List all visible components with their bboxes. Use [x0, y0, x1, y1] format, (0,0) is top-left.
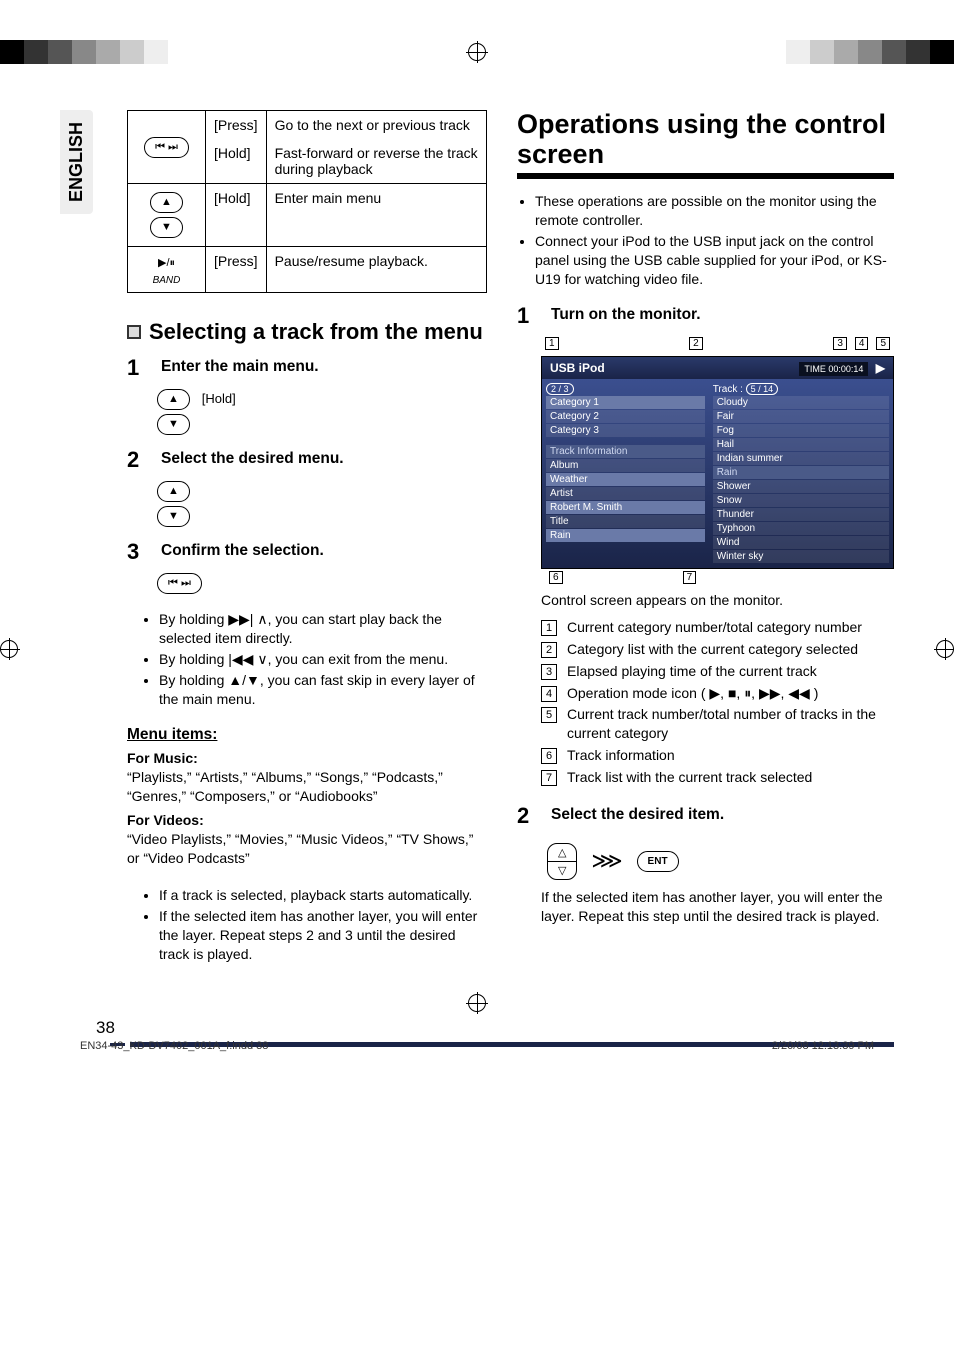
footer-date: 2/20/08 12:13:39 PM — [772, 1040, 874, 1052]
for-music-text: “Playlists,” “Artists,” “Albums,” “Songs… — [127, 768, 487, 806]
intro-bullets: These operations are possible on the mon… — [517, 192, 894, 288]
mode-press2: [Press] — [206, 247, 267, 293]
screen-callout: 4 — [855, 337, 869, 350]
for-music-head: For Music: — [127, 750, 487, 766]
screen-callout: 5 — [876, 337, 890, 350]
mode-press: [Press] — [206, 111, 267, 140]
up-icon: ▲ — [157, 481, 190, 502]
up-icon: ▲ — [157, 389, 190, 410]
playpause-icon: ▶/⏸BAND — [128, 247, 206, 293]
step-r1: 1 Turn on the monitor. — [517, 303, 894, 329]
for-videos-text: “Video Playlists,” “Movies,” “Music Vide… — [127, 830, 487, 868]
hold-bullets: By holding ▶▶| ∧, you can start play bac… — [127, 610, 487, 708]
updown-icon: △▽ — [547, 843, 577, 880]
category-row: Category 2 — [546, 410, 705, 423]
down-icon: ▼ — [157, 506, 190, 527]
page-number: 38 — [60, 1018, 894, 1038]
mode-hold: [Hold] — [206, 139, 267, 184]
desc-mainmenu: Enter main menu — [266, 184, 486, 247]
step-r2-text: If the selected item has another layer, … — [541, 888, 894, 926]
screen-desc-list: 1Current category number/total category … — [541, 618, 894, 787]
screen-callout: 3 — [833, 337, 847, 350]
control-screen: USB iPod TIME 00:00:14 ▶ 2 / 3 Category … — [541, 356, 894, 569]
skip-icon: ⏮ ⏭ — [128, 111, 206, 184]
menu-items-heading: Menu items: — [127, 726, 487, 744]
step-2: 2 Select the desired menu. — [127, 447, 487, 473]
screen-mode: USB iPod — [550, 361, 605, 375]
category-counter: 2 / 3 — [546, 383, 574, 395]
track-counter: 5 / 14 — [746, 383, 779, 395]
screen-callout: 7 — [683, 571, 697, 584]
control-screen-caption: Control screen appears on the monitor. — [541, 592, 894, 608]
hold-label: [Hold] — [202, 391, 236, 406]
track-info-head: Track Information — [546, 445, 705, 458]
step-1: 1 Enter the main menu. — [127, 355, 487, 381]
footer: EN34-43_KD-DV7402_001A_f.indd 38 2/20/08… — [80, 1040, 874, 1052]
screen-callout: 1 — [545, 337, 559, 350]
operations-title: Operations using the control screen — [517, 110, 894, 169]
desc-skip-hold: Fast-forward or reverse the track during… — [266, 139, 486, 184]
arrow-right-icon: ⋙ — [591, 848, 622, 874]
controls-table: ⏮ ⏭ [Press] Go to the next or previous t… — [127, 110, 487, 293]
screen-callout: 2 — [689, 337, 703, 350]
category-row: Category 1 — [546, 396, 705, 409]
for-videos-head: For Videos: — [127, 812, 487, 828]
desc-skip-press: Go to the next or previous track — [266, 111, 486, 140]
step-3: 3 Confirm the selection. — [127, 539, 487, 565]
ent-button: ENT — [637, 851, 679, 872]
screen-callout: 6 — [549, 571, 563, 584]
desc-pause: Pause/resume playback. — [266, 247, 486, 293]
updown-icon: ▲▼ — [128, 184, 206, 247]
mode-hold2: [Hold] — [206, 184, 267, 247]
category-row: Category 3 — [546, 424, 705, 437]
down-icon: ▼ — [157, 414, 190, 435]
skip-icon: ⏮ ⏭ — [157, 573, 202, 594]
language-tab: ENGLISH — [60, 110, 93, 214]
post-bullets: If a track is selected, playback starts … — [127, 886, 487, 964]
footer-file: EN34-43_KD-DV7402_001A_f.indd 38 — [80, 1040, 268, 1052]
step-r2: 2 Select the desired item. — [517, 803, 894, 829]
selecting-heading: Selecting a track from the menu — [127, 319, 487, 345]
